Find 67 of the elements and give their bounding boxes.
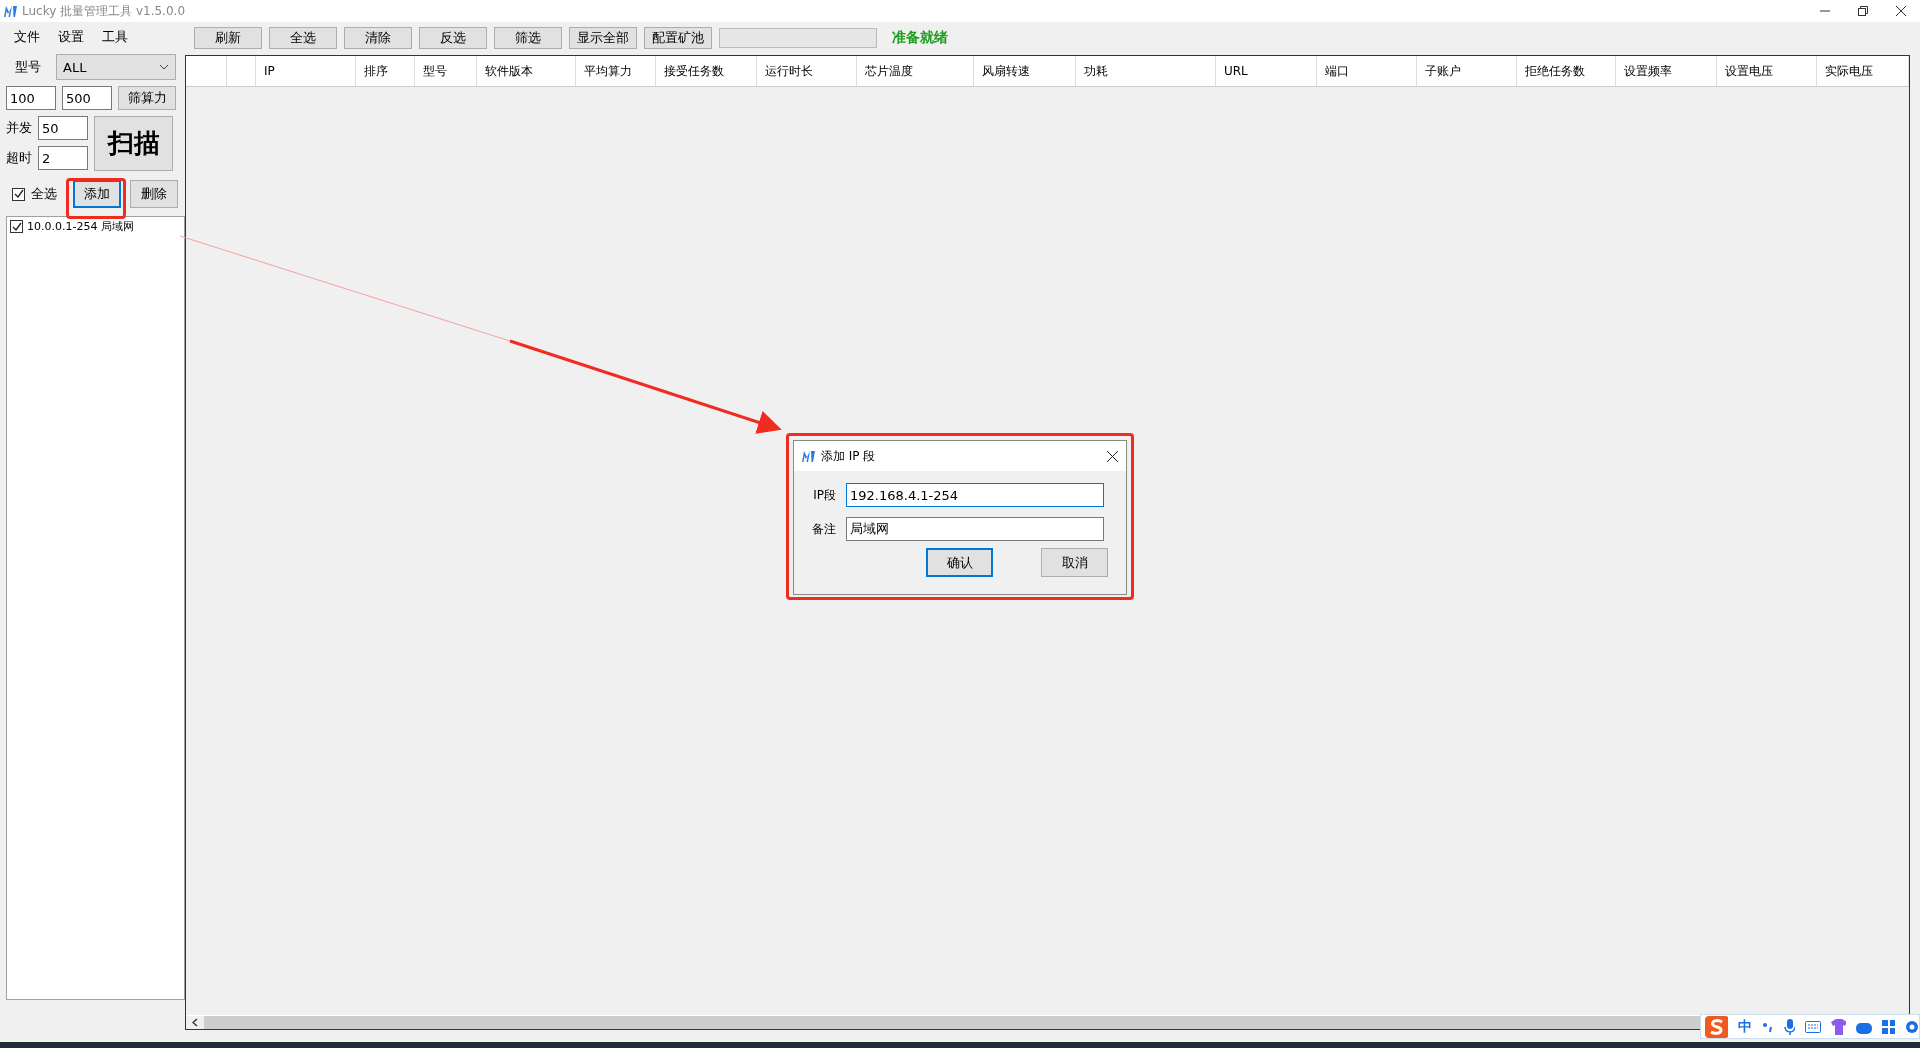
window-title: Lucky 批量管理工具 v1.5.0.0 <box>22 2 185 20</box>
menu-item[interactable]: 设置 <box>58 28 84 46</box>
menu-item[interactable]: 文件 <box>14 28 40 46</box>
column-header[interactable]: 子账户 <box>1417 56 1517 86</box>
column-header[interactable]: 风扇转速 <box>974 56 1076 86</box>
column-header[interactable]: 运行时长 <box>757 56 857 86</box>
toolbar-button[interactable]: 配置矿池 <box>644 26 712 49</box>
column-header[interactable]: 设置电压 <box>1717 56 1817 86</box>
column-header[interactable]: 端口 <box>1317 56 1417 86</box>
shirt-icon[interactable] <box>1830 1018 1847 1035</box>
toolbar-button[interactable]: 显示全部 <box>569 26 637 49</box>
punctuation-icon[interactable] <box>1762 1020 1774 1033</box>
dialog-title: 添加 IP 段 <box>821 447 876 465</box>
logo-icon <box>802 450 815 462</box>
chevron-left-icon[interactable] <box>192 1018 198 1027</box>
toolbar-button[interactable]: 清除 <box>344 26 412 49</box>
dialog-button[interactable]: 取消 <box>1041 548 1108 577</box>
max-hashrate-field[interactable]: 500 <box>62 86 112 110</box>
column-header[interactable]: 排序 <box>356 56 415 86</box>
column-header[interactable]: 平均算力 <box>576 56 656 86</box>
field-label: 备注 <box>811 520 836 538</box>
column-header[interactable]: URL <box>1216 56 1317 86</box>
column-header[interactable]: 接受任务数 <box>656 56 757 86</box>
toolbar-button[interactable]: 刷新 <box>194 26 262 49</box>
column-header[interactable]: 设置频率 <box>1616 56 1717 86</box>
select-all-label: 全选 <box>31 185 57 203</box>
add-button[interactable]: 添加 <box>73 180 121 208</box>
restore-icon[interactable] <box>1858 6 1868 16</box>
column-header[interactable]: 型号 <box>415 56 477 86</box>
column-header[interactable]: 实际电压 <box>1817 56 1909 86</box>
field-label: IP段 <box>812 486 836 504</box>
toolbar-button[interactable]: 全选 <box>269 26 337 49</box>
timeout-field[interactable]: 2 <box>38 146 88 170</box>
status-text: 准备就绪 <box>892 28 948 47</box>
keyboard-icon[interactable] <box>1805 1020 1821 1033</box>
column-header[interactable]: 功耗 <box>1076 56 1216 86</box>
ime-logo-icon[interactable] <box>1705 1015 1729 1038</box>
timeout-label: 超时 <box>6 149 32 167</box>
microphone-icon[interactable] <box>1783 1018 1796 1035</box>
menu-item[interactable]: 工具 <box>102 28 128 46</box>
column-header[interactable]: 芯片温度 <box>857 56 974 86</box>
grid-icon[interactable] <box>1881 1019 1896 1034</box>
concurrency-field[interactable]: 50 <box>38 116 88 140</box>
ip-range-item[interactable]: 10.0.0.1-254 局域网 <box>27 219 134 234</box>
logo-icon <box>4 5 17 17</box>
close-icon[interactable] <box>1896 6 1906 16</box>
checkbox[interactable] <box>12 187 25 201</box>
column-header[interactable]: IP <box>256 56 356 86</box>
ime-mode[interactable]: 中 <box>1738 1017 1753 1036</box>
column-header[interactable]: 软件版本 <box>477 56 576 86</box>
toolbar-button[interactable]: 反选 <box>419 26 487 49</box>
dialog-button[interactable]: 确认 <box>926 548 994 577</box>
filter-hashrate-button[interactable]: 筛算力 <box>118 86 176 110</box>
min-hashrate-field[interactable]: 100 <box>6 86 56 110</box>
chevron-icon <box>159 64 169 70</box>
close-icon[interactable] <box>1107 450 1118 462</box>
highlight-frame <box>66 178 126 219</box>
model-dropdown[interactable]: ALL <box>56 54 176 80</box>
model-label: 型号 <box>14 58 42 76</box>
column-header[interactable]: 拒绝任务数 <box>1517 56 1616 86</box>
scan-button[interactable]: 扫描 <box>94 116 173 171</box>
delete-button[interactable]: 删除 <box>130 180 178 208</box>
toolbar-button[interactable]: 筛选 <box>494 26 562 49</box>
input-field[interactable]: 192.168.4.1-254 <box>846 483 1104 507</box>
checkbox[interactable] <box>10 220 23 233</box>
concurrency-label: 并发 <box>6 119 32 137</box>
input-field[interactable]: 局域网 <box>846 517 1104 541</box>
